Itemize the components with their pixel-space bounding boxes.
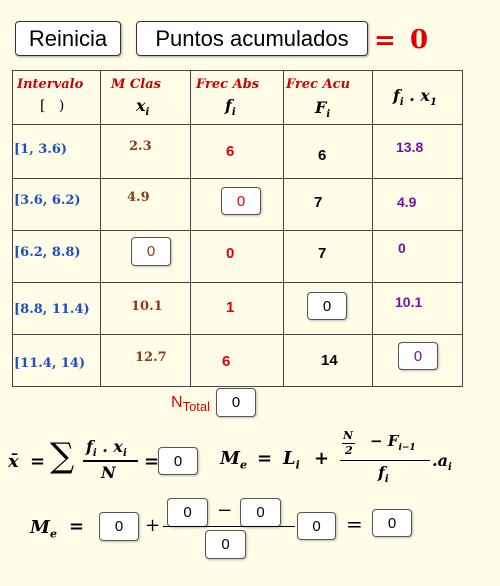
- mclas-2: 4.9: [127, 190, 150, 205]
- frecacu-5: 14: [321, 352, 338, 369]
- ntotal-label: NTotal: [171, 394, 211, 415]
- mclas-5: 12.7: [135, 350, 167, 365]
- median-ai: .ai: [432, 451, 452, 474]
- mean-input[interactable]: 0: [158, 447, 198, 475]
- frecacu-input-4[interactable]: 0: [307, 292, 347, 320]
- frecabs-5: 6: [222, 353, 231, 370]
- median-fi-input[interactable]: 0: [205, 530, 246, 559]
- reset-button[interactable]: Reinicia: [15, 21, 121, 56]
- median-plus: +: [314, 448, 330, 469]
- sigma-symbol: ∑: [50, 436, 75, 476]
- header-mclas: M Clas: [111, 77, 161, 92]
- header-intervalo: Intervalo: [17, 77, 84, 92]
- mclas-1: 2.3: [129, 139, 152, 154]
- median-a-input[interactable]: 0: [297, 512, 336, 540]
- header-frecacu: Frec Acu: [286, 77, 351, 92]
- header-fi-symbol: fi: [225, 96, 236, 119]
- median-n2-input[interactable]: 0: [167, 498, 208, 527]
- frecabs-4: 1: [226, 299, 235, 316]
- frecabs-1: 6: [226, 143, 235, 160]
- mean-denominator: N: [101, 463, 116, 482]
- median-Li: Li: [283, 448, 300, 472]
- median-formula-symbol: Me: [220, 448, 247, 472]
- median-result-equals: =: [346, 512, 363, 536]
- median-fi-den: fi: [378, 463, 389, 486]
- frecabs-input-2[interactable]: 0: [221, 187, 261, 215]
- interval-4: [8.8, 11.4): [14, 302, 90, 317]
- mean-numerator: fi . xi: [86, 437, 127, 460]
- median-calc-equals: =: [69, 516, 85, 537]
- median-calc-minus: −: [217, 500, 233, 521]
- frecacu-1: 6: [318, 147, 327, 164]
- median-calc-plus: +: [145, 515, 161, 536]
- mean-equals: =: [30, 451, 46, 472]
- interval-2: [3.6, 6.2): [14, 193, 81, 208]
- ntotal-input[interactable]: 0: [216, 388, 256, 417]
- mclas-4: 10.1: [131, 299, 163, 314]
- header-frecabs: Frec Abs: [196, 77, 260, 92]
- score-value: 0: [410, 25, 429, 55]
- score-equals: =: [374, 26, 396, 56]
- points-button[interactable]: Puntos acumulados: [136, 21, 368, 56]
- median-result-input[interactable]: 0: [372, 509, 412, 537]
- median-Fprev-input[interactable]: 0: [240, 498, 281, 527]
- frecacu-3: 7: [318, 245, 327, 262]
- header-fx-symbol: fi . x1: [393, 86, 437, 109]
- mean-symbol: x̄: [8, 451, 19, 472]
- header-bracket: [ ): [40, 98, 65, 114]
- mclas-input-3[interactable]: 0: [131, 237, 171, 266]
- fx-3: 0: [398, 240, 406, 256]
- fx-2: 4.9: [397, 194, 417, 210]
- median-Fprev: − Fi−1: [370, 432, 416, 453]
- median-calc-symbol: Me: [30, 517, 57, 541]
- median-two: 2: [345, 444, 353, 457]
- header-xi-symbol: xi: [136, 96, 150, 119]
- median-N: N: [343, 429, 354, 442]
- fx-4: 10.1: [395, 294, 423, 310]
- frecabs-3: 0: [226, 245, 235, 262]
- interval-3: [6.2, 8.8): [14, 245, 81, 260]
- fx-1: 13.8: [396, 139, 424, 155]
- header-Fi-symbol: Fi: [315, 98, 331, 121]
- fx-input-5[interactable]: 0: [398, 342, 438, 370]
- median-formula-equals: =: [257, 448, 273, 469]
- frecacu-2: 7: [314, 194, 323, 211]
- median-Li-input[interactable]: 0: [99, 512, 139, 541]
- mean-equals-2: =: [144, 451, 160, 472]
- interval-1: [1, 3.6): [14, 142, 68, 157]
- interval-5: [11.4, 14): [14, 356, 86, 371]
